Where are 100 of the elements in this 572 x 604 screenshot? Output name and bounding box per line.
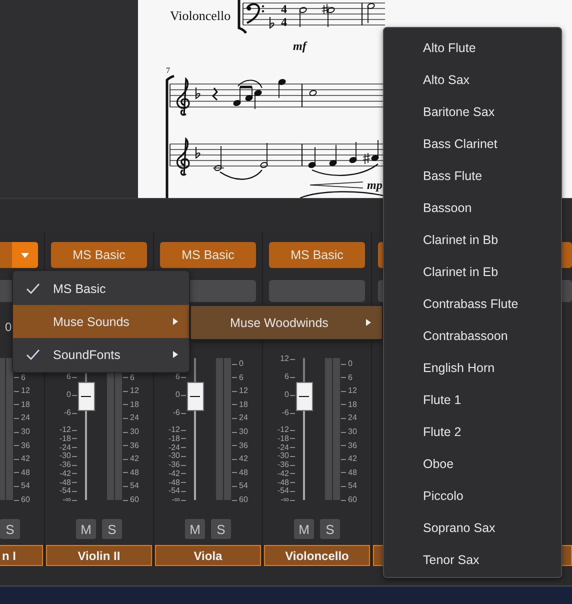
solo-button[interactable]: S <box>0 519 20 539</box>
menu-item[interactable]: Tenor Sax <box>384 544 561 576</box>
scale-label: -∞ <box>62 496 71 504</box>
menu-item[interactable]: Oboe <box>384 448 561 480</box>
flat-icon <box>270 16 274 28</box>
mute-button[interactable]: M <box>294 519 314 539</box>
channel-name[interactable]: Violin II <box>46 545 152 566</box>
scale-label: 30 <box>21 428 30 436</box>
sound-button[interactable]: MS Basic <box>51 242 147 268</box>
menu-item[interactable]: Alto Flute <box>384 32 561 64</box>
menu-item[interactable]: Baritone Sax <box>384 96 561 128</box>
scale-label: -6 <box>282 409 289 418</box>
scale-label: -18 <box>59 434 71 443</box>
fader-handle[interactable] <box>78 382 94 411</box>
scale-label: 54 <box>348 482 357 490</box>
menu-item[interactable]: Bass Flute <box>384 160 561 192</box>
scale-label: -42 <box>277 470 289 478</box>
scale-label: -30 <box>59 452 71 460</box>
scale-label: 48 <box>348 468 357 477</box>
scale-label: 0 <box>66 391 71 400</box>
menu-item[interactable]: Clarinet in Bb <box>384 224 561 256</box>
menu-item[interactable]: Contrabass Flute <box>384 288 561 320</box>
scale-label: -54 <box>59 487 71 496</box>
scale-label: -48 <box>168 478 180 487</box>
scale-label: -30 <box>168 452 180 460</box>
scale-label: 36 <box>239 442 248 450</box>
bass-clef-icon <box>246 3 264 24</box>
measure-number: 7 <box>166 66 170 75</box>
scale-label: 18 <box>348 400 357 409</box>
scale-label: 36 <box>21 442 30 450</box>
menu-item[interactable]: Flute 2 <box>384 416 561 448</box>
scale-label: -18 <box>277 434 289 443</box>
scale-label: 60 <box>348 496 357 504</box>
fader-handle[interactable] <box>296 382 312 411</box>
scale-label: 42 <box>21 455 30 464</box>
scale-label: 0 <box>239 360 244 368</box>
volume-field[interactable]: 0 <box>5 320 12 334</box>
menu-item[interactable]: Alto Sax <box>384 64 561 96</box>
scale-label: 24 <box>239 414 248 422</box>
menu-item[interactable]: Soprano Sax <box>384 512 561 544</box>
scale-label: 48 <box>239 468 248 477</box>
menu-item[interactable]: Contrabassoon <box>384 320 561 352</box>
scale-label: 48 <box>130 468 139 477</box>
scale-label: -6 <box>172 409 180 418</box>
scale-label: -24 <box>59 444 71 452</box>
solo-button[interactable]: S <box>320 519 340 539</box>
menu-item[interactable]: MS Basic <box>13 272 189 305</box>
scale-label: 42 <box>239 455 248 464</box>
menu-item[interactable]: English Horn <box>384 352 561 384</box>
scale-label: -∞ <box>172 496 180 504</box>
scale-label: 12 <box>239 387 248 396</box>
menu-item[interactable]: Flute 1 <box>384 384 561 416</box>
menu-item[interactable]: Clarinet in Eb <box>384 256 561 288</box>
scale-label: 12 <box>280 355 289 364</box>
scale-label: 48 <box>21 468 30 477</box>
treble-clef-icon <box>176 78 190 116</box>
scale-label: 30 <box>239 428 248 436</box>
scale-label: 0 <box>176 391 180 400</box>
scale-label: 30 <box>348 428 357 436</box>
solo-button[interactable]: S <box>102 519 122 539</box>
scale-label: -24 <box>277 444 289 452</box>
flat-icon <box>196 87 200 99</box>
menu-item[interactable]: Bassoon <box>384 192 561 224</box>
dropdown-button[interactable] <box>12 242 38 268</box>
scale-label: 12 <box>21 387 30 396</box>
scale-label: 0 <box>348 360 352 368</box>
sound-button[interactable]: MS Basic <box>269 242 365 268</box>
scale-label: 42 <box>348 455 357 464</box>
solo-button[interactable]: S <box>211 519 231 539</box>
scale-label: 18 <box>21 400 30 409</box>
menu-item[interactable]: Piccolo <box>384 480 561 512</box>
scale-label: -30 <box>277 452 289 460</box>
scale-label: -18 <box>168 434 180 443</box>
scale-label: 12 <box>348 387 357 396</box>
flat-icon <box>196 146 200 158</box>
scale-label: 24 <box>21 414 30 422</box>
scale-label: -∞ <box>280 496 289 504</box>
scale-label: -24 <box>168 444 180 452</box>
fader-handle[interactable] <box>186 382 204 411</box>
channel-name[interactable]: Viola <box>155 545 261 566</box>
menu-item[interactable]: Bass Clarinet <box>384 128 561 160</box>
menu-item[interactable]: Muse Woodwinds <box>191 306 382 339</box>
channel-name[interactable]: n I <box>0 545 43 566</box>
scale-label: 60 <box>239 496 248 504</box>
scale-label: 60 <box>130 496 139 504</box>
sound-button[interactable]: MS Basic <box>160 242 256 268</box>
dynamic-marking: mp <box>367 178 382 192</box>
channel-name[interactable]: Violoncello <box>264 545 370 566</box>
mute-button[interactable]: M <box>76 519 96 539</box>
scale-label: -54 <box>168 487 180 496</box>
scale-label: -12 <box>59 426 71 434</box>
mute-button[interactable]: M <box>185 519 205 539</box>
menu-item[interactable]: SoundFonts <box>13 338 189 371</box>
scale-label: -36 <box>59 461 71 470</box>
scale-label: 6 <box>284 373 289 382</box>
scale-label: 24 <box>130 414 139 422</box>
scale-label: 18 <box>130 400 139 409</box>
scale-label: -12 <box>277 426 289 434</box>
menu-item[interactable]: Muse Sounds <box>13 305 189 338</box>
caret-icon <box>21 252 29 258</box>
